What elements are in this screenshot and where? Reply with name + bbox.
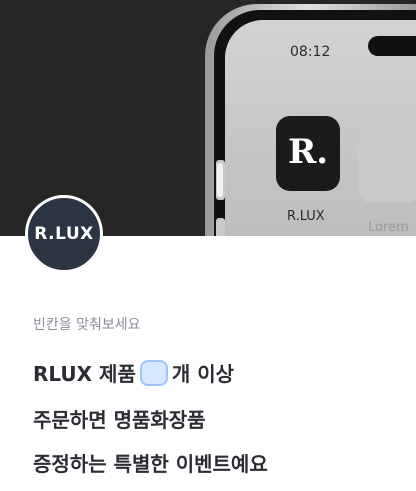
quiz-line-2: 주문하면 명품화장품: [33, 408, 206, 432]
quiz-line-1: RLUX 제품 개 이상: [33, 358, 234, 387]
quiz-line-1-after: 개 이상: [171, 362, 235, 386]
answer-blank-box[interactable]: [139, 359, 168, 386]
brand-logo-text: R.LUX: [34, 224, 94, 244]
brand-avatar: R.LUX: [25, 195, 103, 273]
app-icon-letter: R.: [288, 132, 329, 172]
quiz-instruction: 빈칸을 맞춰보세요: [33, 317, 141, 333]
app-label: R.LUX: [287, 209, 325, 224]
phone-time: 08:12: [290, 44, 331, 60]
quiz-line-3: 증정하는 특별한 이벤트예요: [33, 452, 268, 476]
placeholder-app-label: Lorem: [368, 220, 409, 235]
quiz-line-1-before: RLUX 제품: [33, 362, 136, 386]
placeholder-app-icon: [358, 128, 416, 203]
